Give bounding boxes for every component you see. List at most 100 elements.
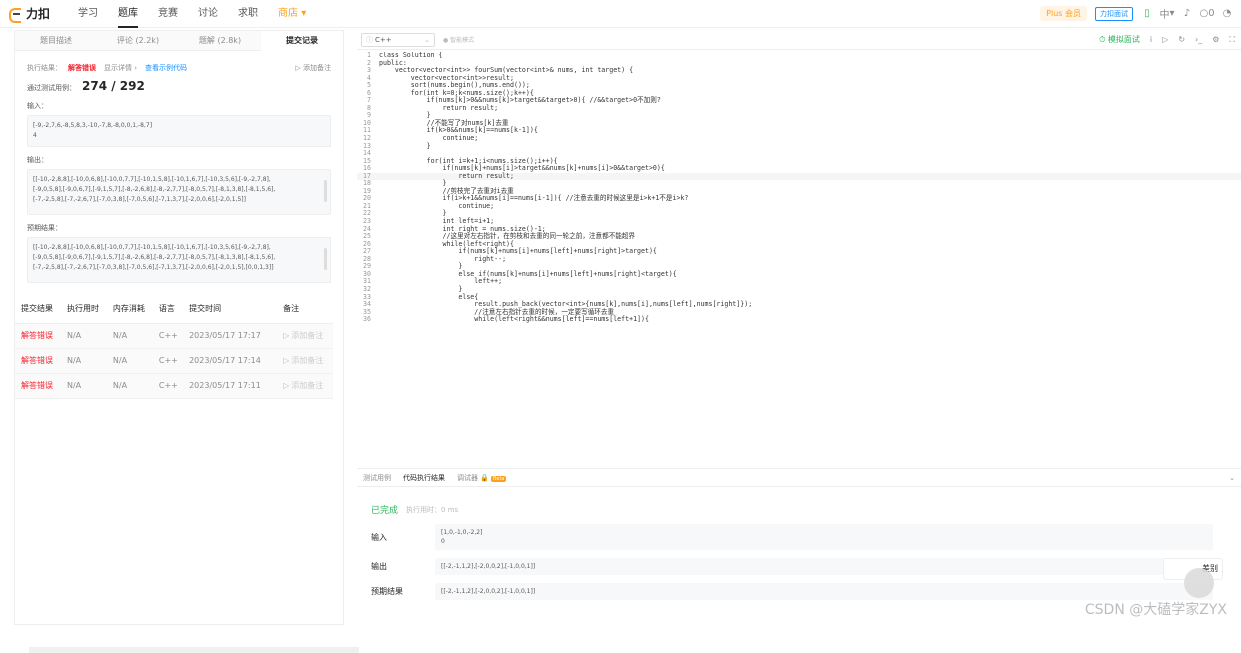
leetcode-logo-icon <box>8 7 22 21</box>
panel-resize-handle[interactable] <box>346 30 355 625</box>
language-select[interactable]: ⓘ C++ ⌄ <box>361 33 435 47</box>
result-expected-row: 预期结果 [[-2,-1,1,2],[-2,0,0,2],[-1,0,0,1]] <box>371 583 1241 600</box>
expected-scrollbar[interactable] <box>324 248 327 270</box>
code-line[interactable]: 28 right--; <box>357 256 1241 264</box>
fullscreen-icon[interactable]: ⛶ <box>1229 35 1235 45</box>
tab-submissions[interactable]: 提交记录 <box>261 31 343 51</box>
row-memory: N/A <box>107 323 153 348</box>
nav-learn[interactable]: 学习 <box>68 0 108 28</box>
row-language: C++ <box>153 373 183 398</box>
expected-line: [[-10,-2,8,8],[-10,0,6,8],[-10,0,7,7],[-… <box>33 243 316 253</box>
table-header-row: 提交结果 执行用时 内存消耗 语言 提交时间 备注 <box>15 295 333 323</box>
floating-action-button[interactable] <box>1184 568 1214 598</box>
col-time: 提交时间 <box>183 295 277 323</box>
phone-icon[interactable]: ▯ <box>1141 8 1153 20</box>
row-time: 2023/05/17 17:17 <box>183 323 277 348</box>
left-horizontal-scrollbar[interactable] <box>29 647 359 653</box>
points-count: 0 <box>1208 8 1214 19</box>
nav-store-label: 商店 <box>278 8 298 19</box>
col-note: 备注 <box>277 295 333 323</box>
tab-description[interactable]: 题目描述 <box>15 31 97 51</box>
language-switch[interactable]: 中▾ <box>1161 8 1173 20</box>
points-counter[interactable]: ○0 <box>1201 8 1213 20</box>
plus-member-button[interactable]: Plus 会员 <box>1040 6 1087 21</box>
nav-contest[interactable]: 竞赛 <box>148 0 188 28</box>
code-line[interactable]: 17 return result; <box>357 173 1241 181</box>
exec-status: 解答错误 <box>68 63 96 73</box>
row-status[interactable]: 解答错误 <box>15 348 61 373</box>
code-line[interactable]: 13 } <box>357 143 1241 151</box>
tab-run-result[interactable]: 代码执行结果 <box>397 473 451 483</box>
code-area[interactable]: 1class Solution {2public:3 vector<vector… <box>357 52 1241 464</box>
terminal-icon[interactable]: ›_ <box>1195 35 1202 44</box>
code-line[interactable]: 21 continue; <box>357 203 1241 211</box>
row-add-note[interactable]: ▷添加备注 <box>277 348 333 373</box>
result-input-target: 0 <box>441 537 1207 546</box>
row-status[interactable]: 解答错误 <box>15 323 61 348</box>
chevron-down-icon: ⌄ <box>424 36 430 44</box>
view-example-link[interactable]: 查看示例代码 <box>145 63 187 73</box>
passed-label: 通过测试用例： <box>27 83 76 93</box>
avatar[interactable]: ◔ <box>1221 8 1233 20</box>
code-line[interactable]: 11 if(k>0&&nums[k]==nums[k-1]){ <box>357 127 1241 135</box>
tab-solutions[interactable]: 题解 (2.8k) <box>179 31 261 51</box>
code-line[interactable]: 12 continue; <box>357 135 1241 143</box>
result-input-label: 输入 <box>371 532 435 543</box>
bell-icon[interactable]: ♪ <box>1181 8 1193 20</box>
col-language: 语言 <box>153 295 183 323</box>
tab-testcase[interactable]: 测试用例 <box>357 473 397 483</box>
code-line[interactable]: 31 left++; <box>357 278 1241 286</box>
table-row[interactable]: 解答错误 N/A N/A C++ 2023/05/17 17:17 ▷添加备注 <box>15 323 333 348</box>
input-target: 4 <box>33 131 325 141</box>
tab-comments[interactable]: 评论 (2.2k) <box>97 31 179 51</box>
code-line[interactable]: 1class Solution { <box>357 52 1241 60</box>
left-tabs: 题目描述 评论 (2.2k) 题解 (2.8k) 提交记录 <box>15 31 343 51</box>
table-row[interactable]: 解答错误 N/A N/A C++ 2023/05/17 17:14 ▷添加备注 <box>15 348 333 373</box>
show-detail-link[interactable]: 显示详情 › <box>104 63 137 73</box>
collapse-chevron-icon[interactable]: ⌄ <box>1229 474 1235 482</box>
output-line: [[-10,-2,8,8],[-10,0,6,8],[-10,0,7,7],[-… <box>33 175 316 185</box>
alarm-icon: ⏱ <box>1099 35 1105 44</box>
output-line: [-7,-2,5,8],[-7,-2,6,7],[-7,0,3,8],[-7,0… <box>33 195 316 205</box>
settings-icon[interactable]: ⚙ <box>1212 35 1219 44</box>
code-line[interactable]: 8 return result; <box>357 105 1241 113</box>
add-note-button[interactable]: ▷ 添加备注 <box>295 63 331 73</box>
row-add-note[interactable]: ▷添加备注 <box>277 373 333 398</box>
row-time: 2023/05/17 17:14 <box>183 348 277 373</box>
nav-discuss[interactable]: 讨论 <box>188 0 228 28</box>
row-add-note[interactable]: ▷添加备注 <box>277 323 333 348</box>
code-line[interactable]: 36 while(left<right&&nums[left]==nums[le… <box>357 316 1241 324</box>
interview-button[interactable]: 力扣面试 <box>1095 7 1133 21</box>
row-language: C++ <box>153 348 183 373</box>
brand-name: 力扣 <box>26 5 50 22</box>
table-row[interactable]: 解答错误 N/A N/A C++ 2023/05/17 17:11 ▷添加备注 <box>15 373 333 398</box>
run-icon[interactable]: ▷ <box>1162 35 1168 44</box>
nav-jobs[interactable]: 求职 <box>228 0 268 28</box>
nav-store[interactable]: 商店 ▾ <box>268 0 316 28</box>
lock-icon: 🔒 <box>480 474 489 482</box>
smart-mode-label: 智能模式 <box>450 37 474 44</box>
mock-interview-button[interactable]: ⏱ 模拟面试 <box>1099 34 1140 45</box>
row-runtime: N/A <box>61 373 107 398</box>
row-status[interactable]: 解答错误 <box>15 373 61 398</box>
code-editor: ⓘ C++ ⌄ ● 智能模式 ⏱ 模拟面试 i ▷ ↻ ›_ ⚙ ⛶ 1clas… <box>357 30 1241 466</box>
result-input-box: [1,0,-1,0,-2,2] 0 <box>435 524 1213 550</box>
reset-icon[interactable]: ↻ <box>1178 35 1185 44</box>
code-line[interactable]: 32 } <box>357 286 1241 294</box>
result-input-row: 输入 [1,0,-1,0,-2,2] 0 <box>371 524 1241 550</box>
info-icon: ⓘ <box>366 35 373 45</box>
col-memory: 内存消耗 <box>107 295 153 323</box>
output-scrollbar[interactable] <box>324 180 327 202</box>
left-panel: 题目描述 评论 (2.2k) 题解 (2.8k) 提交记录 执行结果： 解答错误… <box>14 30 344 625</box>
tab-debugger[interactable]: 调试器 🔒Beta <box>451 473 512 483</box>
language-value: C++ <box>375 36 392 44</box>
code-text: while(left<right&&nums[left]==nums[left+… <box>379 316 649 324</box>
editor-tools: ⏱ 模拟面试 i ▷ ↻ ›_ ⚙ ⛶ <box>1099 34 1235 45</box>
code-text: } <box>379 143 431 151</box>
info-icon[interactable]: i <box>1150 35 1152 44</box>
brand-logo[interactable]: 力扣 <box>8 5 50 22</box>
smart-mode-toggle[interactable]: ● 智能模式 <box>443 35 474 44</box>
line-number: 36 <box>357 316 379 324</box>
nav-problems[interactable]: 题库 <box>108 0 148 28</box>
row-runtime: N/A <box>61 348 107 373</box>
